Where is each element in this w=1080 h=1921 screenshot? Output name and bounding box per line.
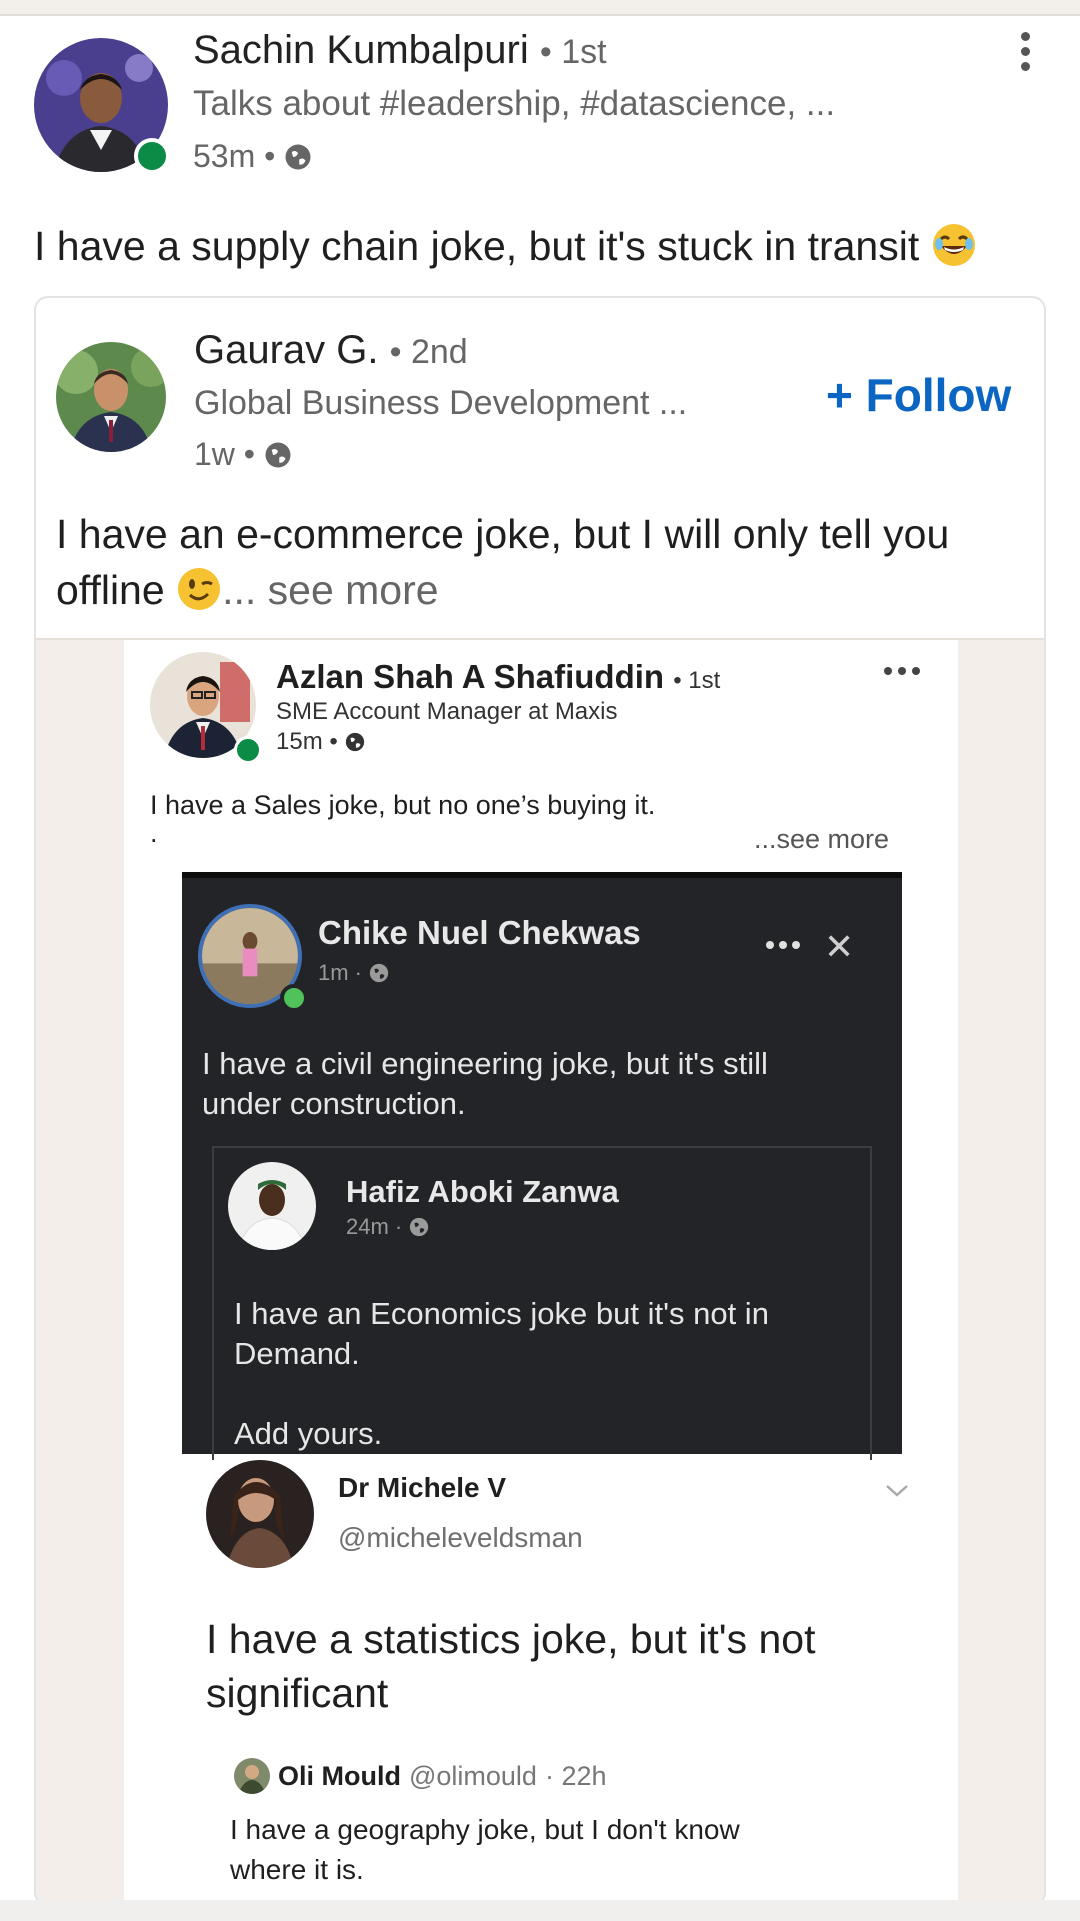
- azlan-name: Azlan Shah A Shafiuddin • 1st: [276, 658, 721, 695]
- oli-avatar: [234, 1758, 270, 1794]
- oli-tweet-text: I have a geography joke, but I don't kno…: [230, 1814, 740, 1885]
- globe-icon: [345, 732, 364, 752]
- oli-tweet-header: Oli Mould @olimould · 22h: [234, 1758, 607, 1794]
- post-image[interactable]: Azlan Shah A Shafiuddin • 1st SME Accoun…: [36, 638, 1044, 1904]
- globe-icon: [285, 144, 311, 169]
- hafiz-post-text: I have an Economics joke but it's not in…: [234, 1296, 769, 1371]
- reshare-post-text: I have an e-commerce joke, but I will on…: [56, 511, 950, 613]
- oli-handle: @olimould: [408, 1760, 537, 1791]
- hafiz-name: Hafiz Aboki Zanwa: [346, 1174, 619, 1209]
- follow-button[interactable]: + Follow: [826, 368, 1011, 422]
- connection-degree: • 1st: [673, 667, 721, 694]
- azlan-see-more: ...see more: [754, 824, 890, 854]
- laughing-emoji-icon: [932, 224, 975, 266]
- embedded-screenshot: Azlan Shah A Shafiuddin • 1st SME Accoun…: [124, 640, 958, 1904]
- bottom-strip: [0, 1900, 1080, 1921]
- azlan-post-text: I have a Sales joke, but no one’s buying…: [150, 790, 656, 820]
- chike-name: Chike Nuel Chekwas: [318, 914, 641, 951]
- add-yours-text: Add yours.: [234, 1416, 383, 1451]
- michele-avatar: [206, 1460, 314, 1568]
- globe-icon: [265, 442, 291, 467]
- connection-degree: • 2nd: [389, 333, 468, 371]
- michele-tweet-text: I have a statistics joke, but it's not s…: [206, 1616, 816, 1716]
- more-dots-icon: [766, 936, 805, 954]
- reshared-post-card[interactable]: Gaurav G. • 2nd Global Business Developm…: [34, 296, 1046, 1906]
- michele-handle: @micheleveldsman: [338, 1522, 583, 1553]
- author-headline: Talks about #leadership, #datascience, .…: [193, 84, 836, 123]
- online-status-dot: [234, 736, 262, 764]
- azlan-post-dot: .: [150, 818, 158, 848]
- kebab-menu-icon[interactable]: [1010, 32, 1040, 78]
- chike-time: 1m ·: [318, 960, 390, 986]
- online-status-dot: [134, 138, 170, 174]
- globe-icon: [369, 963, 389, 983]
- winking-emoji-icon: [178, 568, 221, 610]
- hafiz-avatar: [228, 1162, 316, 1250]
- dark-embedded-post: Chike Nuel Chekwas 1m · ✕ I have a civil…: [182, 872, 902, 1460]
- post-time: 53m •: [193, 138, 313, 175]
- azlan-time: 15m •: [276, 728, 366, 756]
- close-icon: ✕: [824, 926, 855, 967]
- chike-post-text: I have a civil engineering joke, but it'…: [202, 1046, 768, 1121]
- connection-degree: • 1st: [539, 33, 607, 71]
- more-dots-icon: [884, 662, 934, 675]
- dark-nested-post: Hafiz Aboki Zanwa 24m · I have an Econom…: [212, 1146, 872, 1460]
- see-more-link[interactable]: ... see more: [222, 567, 438, 613]
- author-name[interactable]: Sachin Kumbalpuri • 1st: [193, 28, 607, 73]
- post-text: I have a supply chain joke, but it's stu…: [34, 222, 977, 270]
- oli-name: Oli Mould: [278, 1760, 401, 1791]
- azlan-headline: SME Account Manager at Maxis: [276, 698, 618, 725]
- online-status-dot: [280, 984, 308, 1012]
- hafiz-time: 24m ·: [346, 1214, 430, 1240]
- chevron-down-icon: [884, 1478, 910, 1506]
- michele-name: Dr Michele V: [338, 1472, 507, 1503]
- oli-time: · 22h: [544, 1760, 607, 1791]
- top-status-strip: [0, 0, 1080, 16]
- reshare-post-time: 1w •: [194, 436, 293, 473]
- reshare-author-avatar[interactable]: [56, 342, 166, 452]
- reshare-author-name[interactable]: Gaurav G. • 2nd: [194, 328, 468, 373]
- globe-icon: [410, 1217, 429, 1237]
- reshare-author-headline: Global Business Development ...: [194, 384, 688, 422]
